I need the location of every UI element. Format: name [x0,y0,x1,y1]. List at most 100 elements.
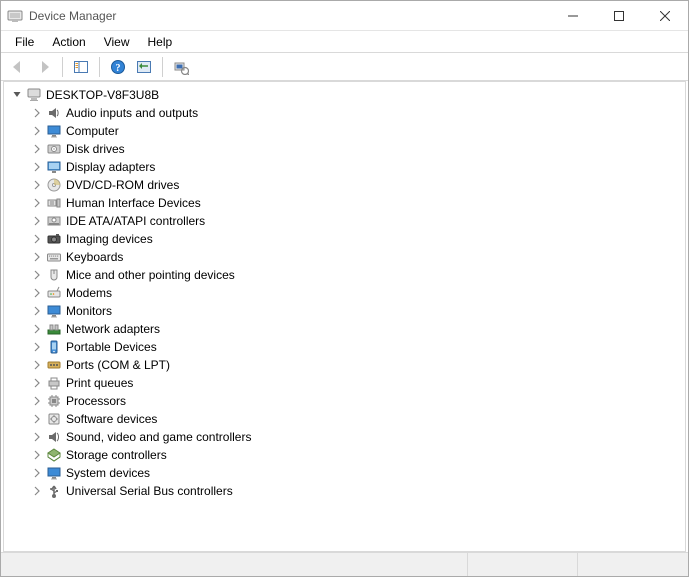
tree-node[interactable]: Software devices [6,410,683,428]
tree-node[interactable]: Monitors [6,302,683,320]
chevron-right-icon[interactable] [30,484,44,498]
chevron-right-icon[interactable] [30,106,44,120]
ide-icon [46,213,62,229]
printer-icon [46,375,62,391]
toolbar-show-hide-tree-button[interactable] [70,56,92,78]
chevron-right-icon[interactable] [30,196,44,210]
tree-node[interactable]: DVD/CD-ROM drives [6,176,683,194]
toolbar-scan-hardware-button[interactable] [170,56,192,78]
tree-node[interactable]: Network adapters [6,320,683,338]
tree-node[interactable]: Portable Devices [6,338,683,356]
window-controls [550,1,688,30]
chevron-right-icon[interactable] [30,340,44,354]
chevron-right-icon[interactable] [30,358,44,372]
toolbar-show-hidden-button[interactable] [133,56,155,78]
tree-node[interactable]: System devices [6,464,683,482]
chevron-right-icon[interactable] [30,394,44,408]
sound-icon [46,429,62,445]
keyboard-icon [46,249,62,265]
tree-root-label: DESKTOP-V8F3U8B [46,88,159,102]
tree-node[interactable]: Imaging devices [6,230,683,248]
tree-node[interactable]: Universal Serial Bus controllers [6,482,683,500]
menu-file[interactable]: File [7,33,42,51]
close-button[interactable] [642,1,688,31]
tree-node[interactable]: Storage controllers [6,446,683,464]
tree-node[interactable]: Keyboards [6,248,683,266]
device-tree[interactable]: DESKTOP-V8F3U8B Audio inputs and outputs… [3,81,686,552]
tree-node-label: IDE ATA/ATAPI controllers [66,214,205,228]
tree-node[interactable]: Disk drives [6,140,683,158]
modem-icon [46,285,62,301]
statusbar-section-3 [578,553,688,576]
chevron-right-icon[interactable] [30,430,44,444]
tree-node-label: Human Interface Devices [66,196,201,210]
tree-node[interactable]: Mice and other pointing devices [6,266,683,284]
tree-node[interactable]: Computer [6,122,683,140]
maximize-button[interactable] [596,1,642,31]
tree-node[interactable]: Sound, video and game controllers [6,428,683,446]
chevron-right-icon[interactable] [30,214,44,228]
titlebar: Device Manager [1,1,688,31]
imaging-icon [46,231,62,247]
tree-node-label: Network adapters [66,322,160,336]
statusbar-section-1 [1,553,468,576]
cpu-icon [46,393,62,409]
toolbar: ? [1,53,688,81]
tree-node[interactable]: Display adapters [6,158,683,176]
tree-root-node[interactable]: DESKTOP-V8F3U8B [6,86,683,104]
chevron-right-icon[interactable] [30,160,44,174]
tree-node-label: Storage controllers [66,448,167,462]
tree-node-label: DVD/CD-ROM drives [66,178,179,192]
dvd-icon [46,177,62,193]
chevron-right-icon[interactable] [30,178,44,192]
chevron-right-icon[interactable] [30,250,44,264]
audio-icon [46,105,62,121]
tree-node[interactable]: Audio inputs and outputs [6,104,683,122]
app-icon [7,8,23,24]
tree-node-label: Disk drives [66,142,125,156]
chevron-right-icon[interactable] [30,124,44,138]
menu-view[interactable]: View [96,33,138,51]
mouse-icon [46,267,62,283]
monitor-icon [46,465,62,481]
display-icon [46,159,62,175]
tree-node[interactable]: IDE ATA/ATAPI controllers [6,212,683,230]
toolbar-separator [162,57,163,77]
tree-node-label: Display adapters [66,160,155,174]
toolbar-separator [62,57,63,77]
menu-action[interactable]: Action [44,33,93,51]
tree-node-label: Software devices [66,412,157,426]
chevron-right-icon[interactable] [30,448,44,462]
storage-icon [46,447,62,463]
tree-node[interactable]: Processors [6,392,683,410]
chevron-right-icon[interactable] [30,232,44,246]
menu-help[interactable]: Help [140,33,181,51]
chevron-right-icon[interactable] [30,412,44,426]
minimize-button[interactable] [550,1,596,31]
chevron-right-icon[interactable] [30,322,44,336]
chevron-right-icon[interactable] [30,376,44,390]
statusbar-section-2 [468,553,578,576]
tree-node-label: Keyboards [66,250,123,264]
tree-node-label: Sound, video and game controllers [66,430,251,444]
chevron-right-icon[interactable] [30,286,44,300]
chevron-right-icon[interactable] [30,142,44,156]
tree-node[interactable]: Print queues [6,374,683,392]
tree-node[interactable]: Modems [6,284,683,302]
hid-icon [46,195,62,211]
chevron-right-icon[interactable] [30,304,44,318]
tree-node-label: Imaging devices [66,232,153,246]
toolbar-back-button[interactable] [7,56,29,78]
tree-node-label: Audio inputs and outputs [66,106,198,120]
chevron-right-icon[interactable] [30,466,44,480]
tree-node[interactable]: Ports (COM & LPT) [6,356,683,374]
portable-icon [46,339,62,355]
chevron-right-icon[interactable] [30,268,44,282]
svg-text:?: ? [116,63,121,74]
tree-node[interactable]: Human Interface Devices [6,194,683,212]
toolbar-separator [99,57,100,77]
toolbar-help-button[interactable]: ? [107,56,129,78]
toolbar-forward-button[interactable] [33,56,55,78]
disk-icon [46,141,62,157]
chevron-down-icon[interactable] [10,88,24,102]
